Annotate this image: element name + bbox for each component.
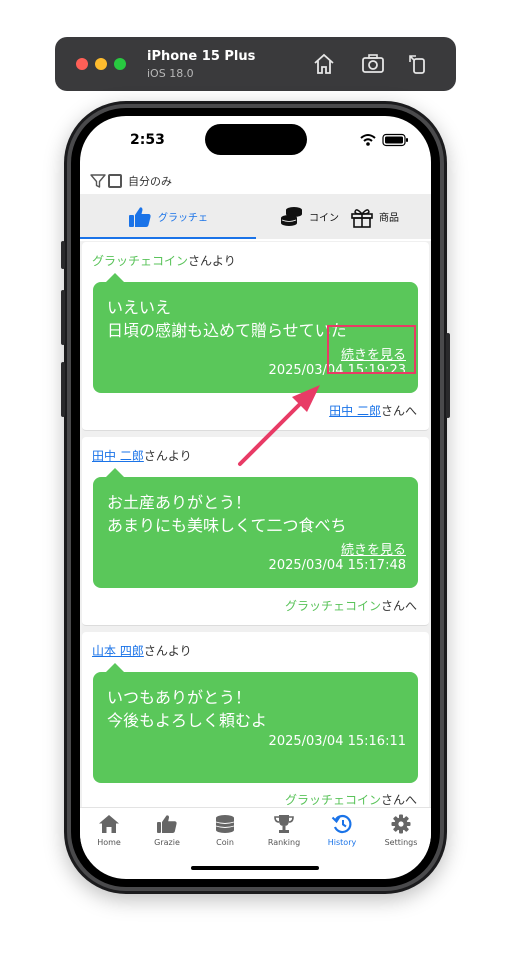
dynamic-island	[205, 124, 307, 155]
action-button	[61, 241, 65, 269]
home-indicator[interactable]	[191, 866, 319, 870]
recipient-name-link[interactable]: 田中 二郎	[329, 404, 381, 418]
history-icon	[331, 814, 352, 834]
sender-name: グラッチェコイン	[92, 254, 189, 268]
wifi-icon	[360, 134, 376, 146]
os-version: iOS 18.0	[147, 67, 194, 80]
tab-grazie[interactable]: グラッチェ	[80, 194, 256, 239]
history-card: 山本 四郎さんより いつもありがとう！ 今後もよろしく頼むよ 2025/03/0…	[82, 632, 429, 807]
rotate-icon[interactable]	[406, 52, 430, 76]
home-icon	[99, 815, 119, 833]
card-recipient: 田中 二郎さんへ	[329, 404, 417, 418]
message-text: いえいえ 日頃の感謝も込めて贈らせていた	[107, 298, 347, 340]
message-text: お土産ありがとう！ あまりにも美味しくて二つ食べち	[107, 493, 347, 535]
card-recipient: グラッチェコインさんへ	[284, 793, 417, 807]
sender-name-link[interactable]: 田中 二郎	[92, 449, 144, 463]
gear-icon	[391, 814, 411, 834]
trophy-icon	[274, 815, 294, 833]
card-sender: グラッチェコインさんより	[92, 254, 236, 268]
nav-grazie[interactable]: Grazie	[138, 814, 196, 847]
tab-product[interactable]: 商品	[350, 194, 399, 239]
filter-icon[interactable]	[90, 173, 106, 189]
simulator-toolbar: iPhone 15 Plus iOS 18.0	[55, 37, 456, 91]
nav-history[interactable]: History	[313, 814, 371, 847]
read-more-link[interactable]: 続きを見る	[341, 539, 406, 558]
phone-screen: 2:53 自分のみ グラッチェ コイン 商品 グラッチェコインさんより いえいえ…	[80, 116, 431, 879]
coin-stack-icon	[281, 206, 302, 226]
sender-name-link[interactable]: 山本 四郎	[92, 644, 144, 658]
message-bubble: お土産ありがとう！ あまりにも美味しくて二つ食べち 続きを見る 2025/03/…	[93, 468, 418, 588]
bottom-navigation: Home Grazie Coin Ranking History Setting…	[80, 807, 431, 859]
tab-coin-label: コイン	[309, 213, 339, 224]
status-icons	[360, 133, 408, 147]
nav-home[interactable]: Home	[80, 814, 138, 847]
device-name: iPhone 15 Plus	[147, 49, 256, 64]
volume-up-button	[61, 290, 65, 345]
message-timestamp: 2025/03/04 15:17:48	[268, 558, 406, 573]
status-time: 2:53	[130, 132, 165, 148]
nav-ranking[interactable]: Ranking	[255, 814, 313, 847]
stage: iPhone 15 Plus iOS 18.0 2:53 自分のみ グラッチェ …	[0, 0, 511, 967]
history-card: 田中 二郎さんより お土産ありがとう！ あまりにも美味しくて二つ食べち 続きを見…	[82, 437, 429, 626]
category-tabs: グラッチェ コイン 商品	[80, 194, 431, 239]
gift-icon	[351, 208, 373, 228]
active-tab-indicator	[80, 237, 256, 239]
thumbs-up-icon	[157, 815, 177, 833]
nav-coin[interactable]: Coin	[196, 814, 254, 847]
close-window-button[interactable]	[76, 58, 88, 70]
power-button	[446, 333, 450, 418]
tab-coin[interactable]: コイン	[280, 194, 339, 239]
minimize-window-button[interactable]	[95, 58, 107, 70]
battery-icon	[382, 133, 408, 147]
screenshot-icon[interactable]	[361, 52, 385, 76]
recipient-name: グラッチェコイン	[284, 793, 381, 807]
tab-product-label: 商品	[379, 213, 399, 224]
recipient-name: グラッチェコイン	[284, 599, 381, 613]
only-mine-checkbox[interactable]	[108, 174, 122, 188]
card-sender: 山本 四郎さんより	[92, 644, 192, 658]
card-sender: 田中 二郎さんより	[92, 449, 192, 463]
annotation-highlight-box	[327, 325, 416, 374]
home-button-icon[interactable]	[312, 52, 336, 76]
coin-stack-icon	[215, 815, 235, 833]
filter-row: 自分のみ	[90, 171, 172, 191]
volume-down-button	[61, 362, 65, 417]
card-recipient: グラッチェコインさんへ	[284, 599, 417, 613]
thumbs-up-icon	[129, 206, 151, 227]
nav-settings[interactable]: Settings	[372, 814, 430, 847]
only-mine-label: 自分のみ	[128, 175, 172, 188]
message-text: いつもありがとう！ 今後もよろしく頼むよ	[107, 688, 268, 730]
message-timestamp: 2025/03/04 15:16:11	[268, 734, 406, 749]
message-bubble: いつもありがとう！ 今後もよろしく頼むよ 2025/03/04 15:16:11	[93, 663, 418, 783]
zoom-window-button[interactable]	[114, 58, 126, 70]
tab-grazie-label: グラッチェ	[158, 213, 208, 224]
